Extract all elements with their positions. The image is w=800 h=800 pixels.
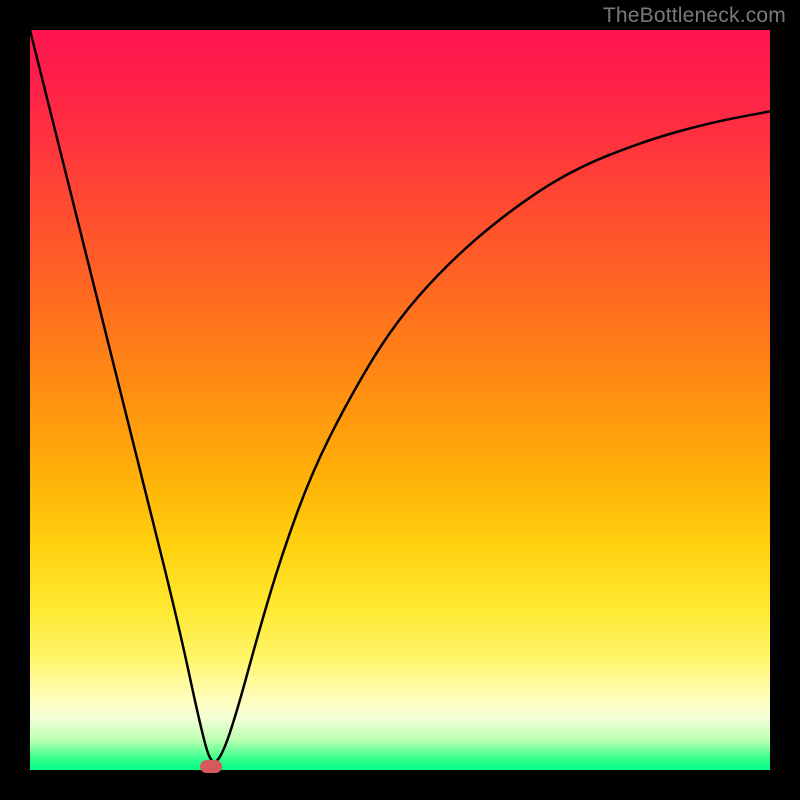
bottleneck-curve [30,30,770,770]
minimum-marker [200,760,222,773]
plot-area [30,30,770,770]
chart-frame: TheBottleneck.com [0,0,800,800]
watermark-text: TheBottleneck.com [603,4,786,28]
